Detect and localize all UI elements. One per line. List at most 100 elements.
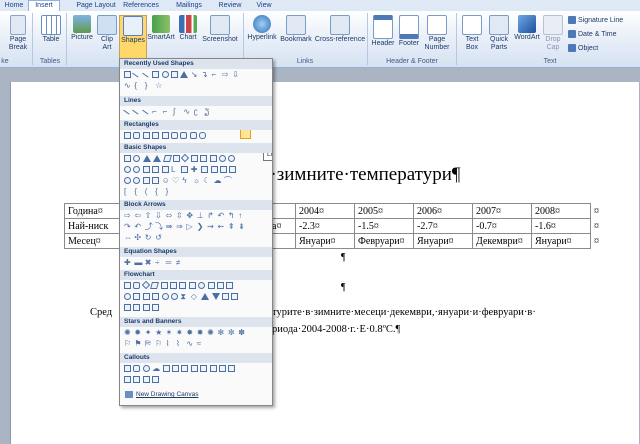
star-icon[interactable]: ✽ (238, 329, 246, 337)
rectangle-shape-icon[interactable] (152, 71, 160, 78)
heart-icon[interactable]: ♡ (172, 177, 180, 185)
header-button[interactable]: Header (370, 15, 396, 48)
callout-icon[interactable] (124, 365, 131, 372)
multidocument-icon[interactable] (188, 282, 196, 289)
wave-icon[interactable]: ≈ (197, 340, 205, 348)
stored-data-icon[interactable] (221, 293, 229, 300)
predefined-process-icon[interactable] (160, 282, 168, 289)
equal-icon[interactable]: ═ (166, 259, 174, 267)
pentagon-arrow-icon[interactable]: ▷ (186, 223, 194, 231)
tab-home[interactable]: Home (0, 1, 28, 11)
document-page[interactable] (10, 82, 639, 444)
snip-rectangle-icon[interactable] (142, 132, 150, 139)
trapezoid-icon[interactable] (172, 155, 180, 162)
ribbon-banner-icon[interactable]: ⛿ (145, 340, 153, 348)
manual-input-icon[interactable] (216, 282, 224, 289)
snip-rectangle-icon[interactable] (152, 132, 160, 139)
parallelogram-icon[interactable] (162, 155, 172, 162)
down-arrow-shape-icon[interactable]: ⇩ (155, 212, 163, 220)
notched-arrow-icon[interactable]: ⇒ (176, 223, 184, 231)
explosion-icon[interactable]: ✺ (124, 329, 132, 337)
delay-icon[interactable] (231, 293, 239, 300)
star-icon[interactable]: ✼ (228, 329, 236, 337)
table-button[interactable]: Table (38, 15, 64, 44)
chart-button[interactable]: Chart (177, 15, 199, 42)
table-cell[interactable]: Януари¤ (413, 233, 473, 249)
cross-shape-icon[interactable]: ✚ (191, 166, 199, 174)
text-box-button[interactable]: Text Box (460, 15, 484, 52)
divide-icon[interactable]: ÷ (155, 259, 163, 267)
curved-arrow-icon[interactable]: ⤴ (145, 223, 153, 231)
cross-reference-button[interactable]: Cross-reference (314, 15, 366, 44)
star-icon[interactable]: ✷ (176, 329, 184, 337)
callout-icon[interactable] (133, 365, 141, 372)
connector-shape-icon[interactable]: ⌐ (212, 71, 220, 79)
table-cell[interactable]: -2.7¤ (413, 218, 473, 234)
connector-icon[interactable] (124, 293, 131, 300)
table-cell[interactable]: 2004¤ (295, 203, 355, 219)
freeform-icon[interactable]: ʗ (194, 108, 202, 116)
elbow-connector-icon[interactable]: ⌐ (152, 108, 160, 116)
sun-icon[interactable]: ☼ (193, 177, 201, 185)
double-arrow-line-icon[interactable] (141, 106, 151, 115)
star-icon[interactable]: ✻ (218, 329, 226, 337)
brace-shape-icon[interactable]: { (134, 82, 142, 90)
card-icon[interactable] (142, 293, 150, 300)
frame-icon[interactable] (152, 166, 160, 173)
right-arrow-shape-icon[interactable]: ⇨ (222, 71, 230, 79)
star-icon[interactable]: ✸ (186, 329, 194, 337)
can-icon[interactable] (210, 166, 218, 173)
not-equal-icon[interactable]: ≠ (176, 259, 184, 267)
brace-shape-icon[interactable]: } (145, 82, 153, 90)
table-cell[interactable]: Януари¤ (531, 233, 591, 249)
arrow-line-icon[interactable] (132, 106, 142, 115)
down-arrow-shape-icon[interactable]: ⇩ (232, 71, 240, 79)
callout-arrow-icon[interactable]: ⇞ (228, 223, 236, 231)
octagon-icon[interactable] (218, 155, 226, 162)
object-button[interactable]: Object (568, 44, 598, 54)
arc-icon[interactable]: ⌒ (224, 177, 232, 185)
block-arc-icon[interactable] (142, 177, 150, 184)
oval-shape-icon[interactable] (133, 155, 141, 162)
star-icon[interactable]: ★ (155, 329, 163, 337)
line-callout-icon[interactable] (181, 365, 189, 372)
ribbon-banner-icon[interactable]: ⚐ (124, 340, 132, 348)
line-callout-icon[interactable] (190, 365, 198, 372)
elbow-arrow-icon[interactable]: ⌐ (163, 108, 171, 116)
plus-icon[interactable]: ✚ (124, 259, 132, 267)
moon-icon[interactable]: ☾ (203, 177, 211, 185)
table-cell[interactable]: -0.7¤ (472, 218, 532, 234)
sort-icon[interactable]: ◇ (191, 293, 199, 301)
brace-shape-icon[interactable]: { (134, 188, 142, 196)
extract-icon[interactable] (201, 293, 210, 300)
display-icon[interactable] (152, 304, 160, 311)
table-cell[interactable]: Декември¤ (472, 233, 532, 249)
snip-rectangle-icon[interactable] (161, 132, 169, 139)
left-right-up-arrow-icon[interactable]: ⊥ (197, 212, 205, 220)
picture-button[interactable]: Picture (68, 15, 96, 42)
star-icon[interactable]: ✶ (166, 329, 174, 337)
line-callout-icon[interactable] (152, 376, 160, 383)
date-time-button[interactable]: Date & Time (568, 30, 617, 40)
text-box-shape-icon[interactable] (124, 155, 131, 162)
cube-icon[interactable] (219, 166, 227, 173)
brace-shape-icon[interactable]: { (155, 188, 163, 196)
table-cell[interactable]: Година¤ (64, 203, 122, 219)
arrow-shape-icon[interactable]: ↘ (191, 71, 199, 79)
minus-icon[interactable]: ▬ (134, 259, 142, 267)
rectangle-shape-icon[interactable] (124, 132, 131, 139)
up-arrow-shape-icon[interactable]: ⇧ (145, 212, 153, 220)
terminator-icon[interactable] (198, 282, 206, 289)
star-icon[interactable]: ✹ (197, 329, 205, 337)
tab-view[interactable]: View (252, 1, 276, 11)
callout-arrow-icon[interactable]: ✣ (134, 234, 142, 242)
collate-icon[interactable]: ⧗ (180, 293, 188, 301)
curve-icon[interactable]: ∿ (183, 108, 191, 116)
round-rectangle-icon[interactable] (199, 132, 207, 139)
plaque-icon[interactable] (201, 166, 209, 173)
alt-process-icon[interactable] (133, 282, 141, 289)
callout-arrow-icon[interactable]: ⇜ (218, 223, 226, 231)
table-cell[interactable]: -2.3¤ (295, 218, 355, 234)
bracket-icon[interactable]: ( (145, 188, 153, 196)
wordart-button[interactable]: WordArt (513, 15, 541, 42)
